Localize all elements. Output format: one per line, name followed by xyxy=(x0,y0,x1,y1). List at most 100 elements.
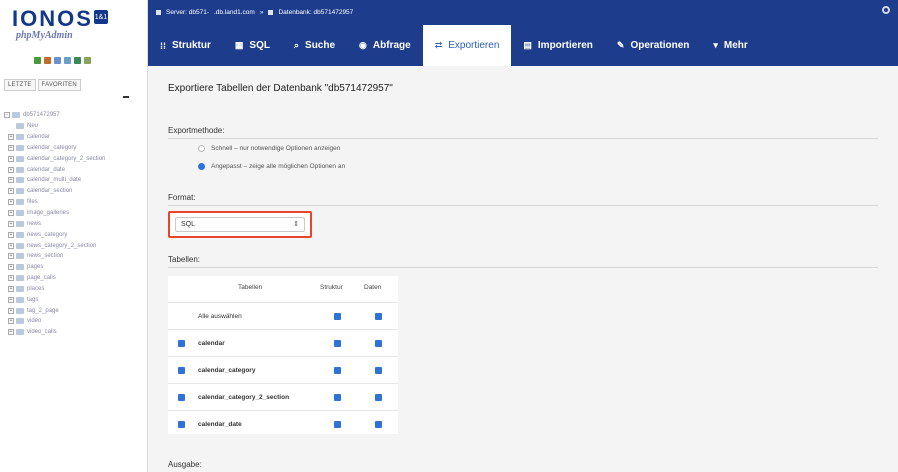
tree-table[interactable]: + files xyxy=(4,197,146,208)
radio-custom[interactable] xyxy=(198,163,205,170)
tab-favorites[interactable]: FAVORITEN xyxy=(37,79,81,91)
structure-checkbox[interactable] xyxy=(334,394,341,401)
table-icon xyxy=(16,134,24,141)
tab-abfrage[interactable]: ◉ Abfrage xyxy=(347,25,423,66)
tree-item-label: places xyxy=(27,285,45,292)
tree-table[interactable]: + tags xyxy=(4,294,146,305)
tree-table[interactable]: + pages xyxy=(4,262,146,273)
tree-table[interactable]: + video_calls xyxy=(4,327,146,338)
tree-table[interactable]: + image_galleries xyxy=(4,208,146,219)
tree-table[interactable]: + calendar_section xyxy=(4,186,146,197)
structure-checkbox[interactable] xyxy=(334,421,341,428)
tree-table[interactable]: + news_section xyxy=(4,251,146,262)
tree-new-table[interactable]: Neu xyxy=(4,121,146,132)
tree-item-label: video xyxy=(27,318,42,325)
logo-text: IONOS xyxy=(12,6,93,31)
tab-sql[interactable]: ▦ SQL xyxy=(223,25,282,66)
expand-toggle-icon[interactable]: + xyxy=(8,285,14,292)
tab-mehr[interactable]: ▾ Mehr xyxy=(701,25,759,66)
tab-label: Mehr xyxy=(723,40,748,51)
format-value: SQL xyxy=(181,221,196,228)
tree-table[interactable]: + page_calls xyxy=(4,273,146,284)
table-icon xyxy=(16,275,24,282)
table-icon xyxy=(16,210,24,217)
row-select-checkbox[interactable] xyxy=(178,367,185,374)
method-quick-option[interactable]: Schnell – nur notwendige Optionen anzeig… xyxy=(198,145,340,152)
reload-icon[interactable] xyxy=(84,57,91,64)
query-window-icon[interactable] xyxy=(54,57,61,64)
logout-icon[interactable] xyxy=(44,57,51,64)
tree-table[interactable]: + news_category xyxy=(4,229,146,240)
tree-database[interactable]: − db571472957 xyxy=(4,110,146,121)
settings-icon[interactable] xyxy=(74,57,81,64)
tab-recent[interactable]: LETZTE xyxy=(4,79,36,91)
settings-gear-icon[interactable] xyxy=(882,6,890,14)
expand-toggle-icon[interactable]: + xyxy=(8,210,14,217)
table-icon xyxy=(16,318,24,325)
tree-table[interactable]: + news_category_2_section xyxy=(4,240,146,251)
database-icon xyxy=(268,9,274,15)
tree-table[interactable]: + calendar_date xyxy=(4,164,146,175)
tab-struktur[interactable]: ⁞⁞ Struktur xyxy=(148,25,223,66)
expand-toggle-icon[interactable]: + xyxy=(8,253,14,260)
structure-checkbox[interactable] xyxy=(334,367,341,374)
tab-operationen[interactable]: ✎ Operationen xyxy=(605,25,701,66)
expand-toggle-icon[interactable]: + xyxy=(8,188,14,195)
expand-toggle-icon[interactable]: + xyxy=(8,155,14,162)
tree-table[interactable]: + news xyxy=(4,218,146,229)
tree-table[interactable]: + tag_2_page xyxy=(4,305,146,316)
row-select-checkbox[interactable] xyxy=(178,421,185,428)
expand-toggle-icon[interactable]: + xyxy=(8,166,14,173)
expand-toggle-icon[interactable]: + xyxy=(8,199,14,206)
expand-toggle-icon[interactable]: + xyxy=(8,242,14,249)
breadcrumb-database[interactable]: Datenbank: db571472957 xyxy=(278,9,353,16)
tab-suche[interactable]: ⌕ Suche xyxy=(282,25,347,66)
method-custom-option[interactable]: Angepasst – zeige alle möglichen Optione… xyxy=(198,163,345,170)
data-checkbox[interactable] xyxy=(375,340,382,347)
data-checkbox[interactable] xyxy=(375,394,382,401)
divider xyxy=(168,205,878,206)
expand-toggle-icon[interactable]: + xyxy=(8,296,14,303)
ionos-logo[interactable]: IONOS 1&1 phpMyAdmin xyxy=(12,6,142,46)
expand-toggle-icon[interactable]: + xyxy=(8,177,14,184)
structure-checkbox[interactable] xyxy=(334,340,341,347)
docs-icon[interactable] xyxy=(64,57,71,64)
select-all-structure-checkbox[interactable] xyxy=(334,313,341,320)
data-checkbox[interactable] xyxy=(375,421,382,428)
row-select-checkbox[interactable] xyxy=(178,340,185,347)
breadcrumb-host[interactable]: .db.land1.com xyxy=(214,9,255,16)
expand-toggle-icon[interactable]: + xyxy=(8,134,14,141)
home-icon[interactable] xyxy=(34,57,41,64)
navigation-sidebar: IONOS 1&1 phpMyAdmin LETZTE FAVORITEN − d… xyxy=(0,0,148,472)
expand-toggle-icon[interactable]: + xyxy=(8,144,14,151)
tree-item-label: page_calls xyxy=(27,275,56,282)
expand-toggle-icon[interactable]: − xyxy=(4,112,10,119)
tree-item-label: calendar_category xyxy=(27,144,77,151)
tree-table[interactable]: + video xyxy=(4,316,146,327)
expand-toggle-icon[interactable]: + xyxy=(8,220,14,227)
tree-item-label: calendar_section xyxy=(27,188,73,195)
expand-toggle-icon[interactable]: + xyxy=(8,307,14,314)
tree-table[interactable]: + calendar xyxy=(4,132,146,143)
radio-quick[interactable] xyxy=(198,145,205,152)
expand-toggle-icon[interactable]: + xyxy=(8,318,14,325)
breadcrumb-server[interactable]: Server: db571- xyxy=(166,9,209,16)
expand-toggle-icon[interactable]: + xyxy=(8,275,14,282)
expand-toggle-icon[interactable]: + xyxy=(8,231,14,238)
tree-table[interactable]: + calendar_category_2_section xyxy=(4,153,146,164)
format-select[interactable]: SQL ⇕ xyxy=(175,217,305,232)
export-icon: ⇄ xyxy=(434,40,443,50)
expand-toggle-icon[interactable]: + xyxy=(8,329,14,336)
tree-table[interactable]: + calendar_category xyxy=(4,143,146,154)
select-all-label[interactable]: Alle auswählen xyxy=(198,313,242,320)
tree-table[interactable]: + places xyxy=(4,284,146,295)
expand-toggle-icon[interactable]: + xyxy=(8,264,14,271)
row-select-checkbox[interactable] xyxy=(178,394,185,401)
tree-table[interactable]: + calendar_multi_date xyxy=(4,175,146,186)
select-all-data-checkbox[interactable] xyxy=(375,313,382,320)
tab-importieren[interactable]: ▤ Importieren xyxy=(511,25,605,66)
database-tree: − db571472957 Neu + calendar + calendar_catego… xyxy=(4,110,146,338)
tab-exportieren[interactable]: ⇄ Exportieren xyxy=(422,25,512,66)
data-checkbox[interactable] xyxy=(375,367,382,374)
collapse-icon[interactable] xyxy=(123,96,129,98)
